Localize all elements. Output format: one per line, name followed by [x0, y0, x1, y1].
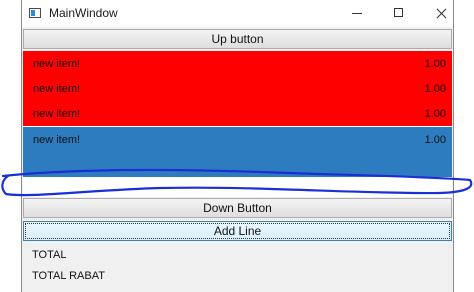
up-button[interactable]: Up button	[23, 29, 452, 49]
add-line-button[interactable]: Add Line	[23, 221, 452, 241]
title-bar[interactable]: MainWindow	[22, 0, 453, 27]
list-item[interactable]: new item! 1.00	[23, 76, 452, 101]
item-value: 1.00	[424, 58, 446, 70]
main-window: MainWindow Up button new item! 1.00 new …	[21, 0, 454, 292]
total-label: TOTAL	[32, 249, 67, 261]
item-name: new item!	[33, 108, 81, 120]
window-title: MainWindow	[49, 6, 118, 20]
app-window-icon	[29, 8, 41, 18]
item-value: 1.00	[424, 134, 446, 146]
item-value: 1.00	[424, 83, 446, 95]
maximize-icon[interactable]	[379, 0, 421, 27]
item-name: new item!	[33, 83, 81, 95]
item-name: new item!	[33, 134, 81, 146]
item-value: 1.00	[424, 108, 446, 120]
list-item[interactable]: new item! 1.00	[23, 101, 452, 126]
close-icon[interactable]	[421, 0, 463, 27]
total-rabat-label: TOTAL RABAT	[32, 270, 105, 282]
down-button[interactable]: Down Button	[23, 198, 452, 218]
item-list[interactable]: new item! 1.00 new item! 1.00 new item! …	[23, 51, 452, 197]
list-item-selected[interactable]: new item! 1.00	[23, 127, 452, 177]
list-item[interactable]: new item! 1.00	[23, 51, 452, 76]
minimize-icon[interactable]	[337, 0, 379, 27]
item-name: new item!	[33, 58, 81, 70]
